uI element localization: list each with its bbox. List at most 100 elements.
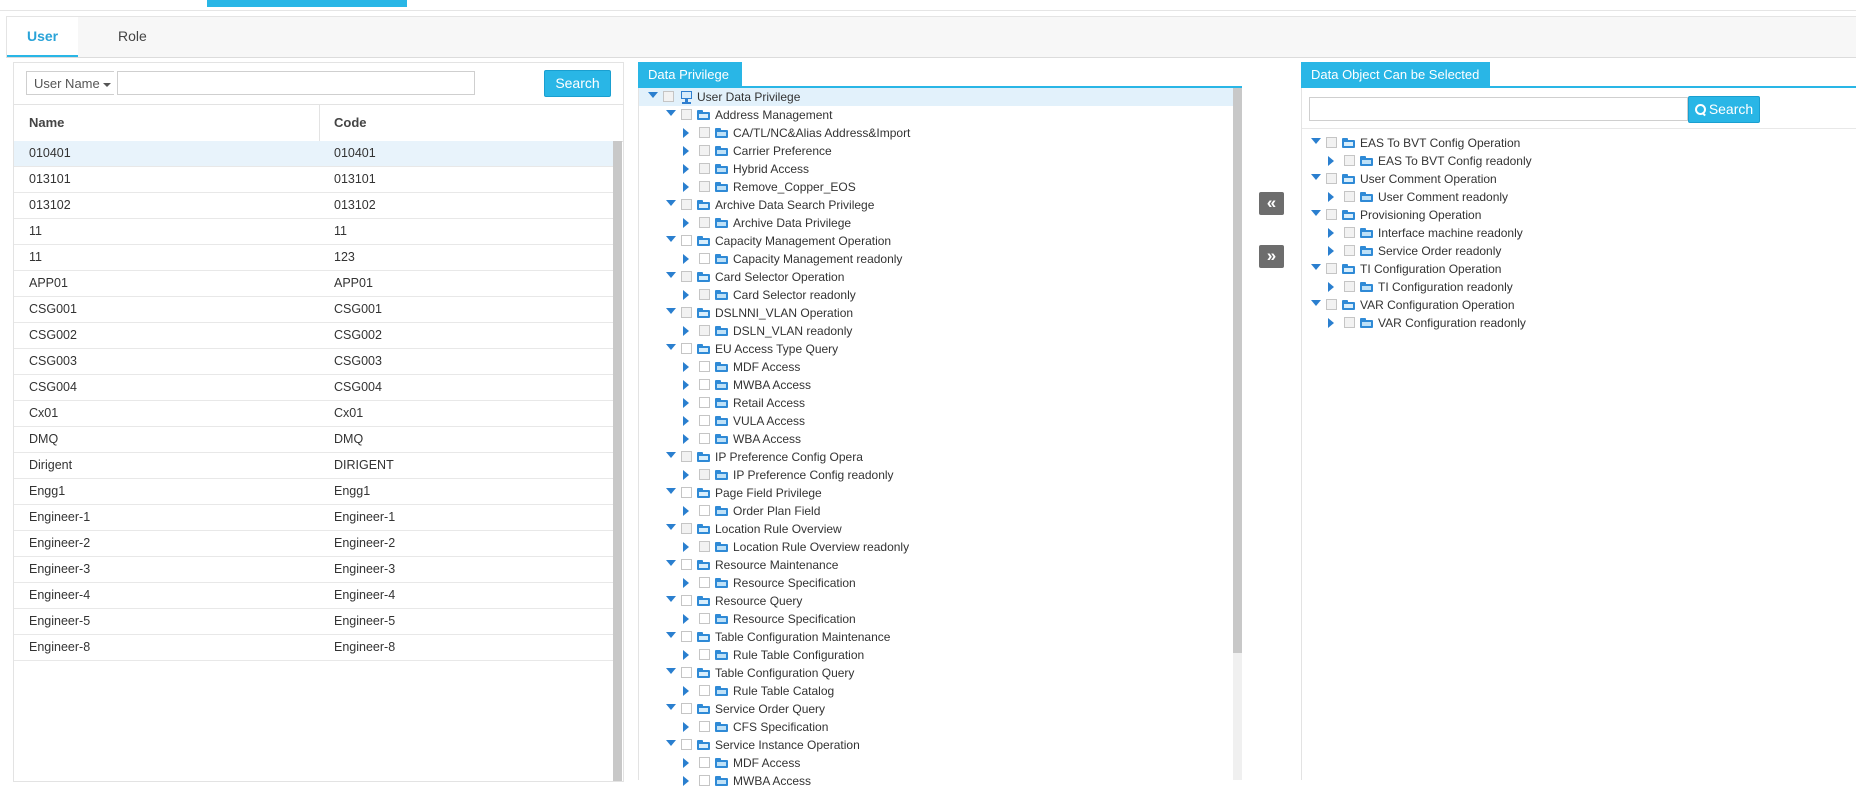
checkbox[interactable] (699, 415, 710, 426)
collapse-icon[interactable] (1311, 174, 1321, 180)
checkbox[interactable] (699, 541, 710, 552)
checkbox[interactable] (663, 91, 674, 102)
tree-group-node[interactable]: Archive Data Search Privilege (639, 196, 1237, 214)
checkbox[interactable] (699, 217, 710, 228)
collapse-icon[interactable] (666, 272, 676, 278)
column-divider[interactable] (319, 105, 320, 141)
collapse-icon[interactable] (666, 344, 676, 350)
table-row[interactable]: Engineer-3 Engineer-3 (14, 557, 614, 583)
table-row[interactable]: 11 11 (14, 219, 614, 245)
tree-leaf-node[interactable]: Carrier Preference (639, 142, 1237, 160)
checkbox[interactable] (1344, 191, 1355, 202)
privilege-tree-scrollbar[interactable] (1233, 88, 1242, 653)
tree-group-node[interactable]: Page Field Privilege (639, 484, 1237, 502)
collapse-icon[interactable] (666, 488, 676, 494)
checkbox[interactable] (681, 595, 692, 606)
tab-user[interactable]: User (7, 17, 79, 57)
collapse-icon[interactable] (666, 452, 676, 458)
tree-leaf-node[interactable]: VAR Configuration readonly (1302, 314, 1856, 332)
checkbox[interactable] (1344, 227, 1355, 238)
table-row[interactable]: Dirigent DIRIGENT (14, 453, 614, 479)
expand-icon[interactable] (683, 182, 689, 192)
tree-group-node[interactable]: Table Configuration Maintenance (639, 628, 1237, 646)
table-row[interactable]: DMQ DMQ (14, 427, 614, 453)
tree-leaf-node[interactable]: Order Plan Field (639, 502, 1237, 520)
checkbox[interactable] (681, 523, 692, 534)
checkbox[interactable] (1326, 263, 1337, 274)
table-row[interactable]: Engineer-2 Engineer-2 (14, 531, 614, 557)
checkbox[interactable] (699, 685, 710, 696)
tree-leaf-node[interactable]: Rule Table Configuration (639, 646, 1237, 664)
tree-group-node[interactable]: EU Access Type Query (639, 340, 1237, 358)
expand-icon[interactable] (683, 146, 689, 156)
tree-leaf-node[interactable]: MWBA Access (639, 772, 1237, 790)
table-row[interactable]: Engineer-4 Engineer-4 (14, 583, 614, 609)
tree-leaf-node[interactable]: Location Rule Overview readonly (639, 538, 1237, 556)
tab-role[interactable]: Role (98, 17, 167, 57)
table-row[interactable]: Engg1 Engg1 (14, 479, 614, 505)
collapse-icon[interactable] (1311, 264, 1321, 270)
expand-icon[interactable] (683, 434, 689, 444)
tree-leaf-node[interactable]: CA/TL/NC&Alias Address&Import (639, 124, 1237, 142)
table-row[interactable]: CSG002 CSG002 (14, 323, 614, 349)
checkbox[interactable] (681, 343, 692, 354)
expand-icon[interactable] (683, 416, 689, 426)
checkbox[interactable] (699, 127, 710, 138)
tree-group-node[interactable]: Service Instance Operation (639, 736, 1237, 754)
table-row[interactable]: CSG004 CSG004 (14, 375, 614, 401)
expand-icon[interactable] (683, 380, 689, 390)
checkbox[interactable] (699, 775, 710, 786)
table-row[interactable]: Engineer-5 Engineer-5 (14, 609, 614, 635)
expand-icon[interactable] (683, 398, 689, 408)
expand-icon[interactable] (683, 776, 689, 786)
checkbox[interactable] (681, 451, 692, 462)
tree-leaf-node[interactable]: TI Configuration readonly (1302, 278, 1856, 296)
expand-icon[interactable] (683, 254, 689, 264)
table-row[interactable]: 11 123 (14, 245, 614, 271)
collapse-icon[interactable] (666, 200, 676, 206)
checkbox[interactable] (681, 109, 692, 120)
tree-group-node[interactable]: Card Selector Operation (639, 268, 1237, 286)
checkbox[interactable] (699, 325, 710, 336)
expand-icon[interactable] (683, 470, 689, 480)
search-field-select[interactable]: User Name (26, 71, 114, 95)
checkbox[interactable] (1326, 299, 1337, 310)
checkbox[interactable] (699, 397, 710, 408)
expand-icon[interactable] (683, 614, 689, 624)
checkbox[interactable] (1344, 155, 1355, 166)
table-row[interactable]: Engineer-1 Engineer-1 (14, 505, 614, 531)
expand-icon[interactable] (1328, 156, 1334, 166)
checkbox[interactable] (681, 703, 692, 714)
tree-leaf-node[interactable]: VULA Access (639, 412, 1237, 430)
collapse-icon[interactable] (1311, 210, 1321, 216)
checkbox[interactable] (699, 361, 710, 372)
tree-leaf-node[interactable]: DSLN_VLAN readonly (639, 322, 1237, 340)
table-row[interactable]: 013101 013101 (14, 167, 614, 193)
expand-icon[interactable] (683, 578, 689, 588)
tree-leaf-node[interactable]: Resource Specification (639, 574, 1237, 592)
tree-group-node[interactable]: IP Preference Config Opera (639, 448, 1237, 466)
tree-leaf-node[interactable]: Service Order readonly (1302, 242, 1856, 260)
column-header-code[interactable]: Code (334, 105, 367, 141)
checkbox[interactable] (1344, 281, 1355, 292)
table-row[interactable]: APP01 APP01 (14, 271, 614, 297)
collapse-icon[interactable] (666, 740, 676, 746)
table-row[interactable]: CSG003 CSG003 (14, 349, 614, 375)
tree-leaf-node[interactable]: MDF Access (639, 358, 1237, 376)
checkbox[interactable] (681, 199, 692, 210)
user-search-button[interactable]: Search (544, 70, 611, 97)
table-row[interactable]: Cx01 Cx01 (14, 401, 614, 427)
move-right-button[interactable]: » (1259, 245, 1284, 268)
expand-icon[interactable] (683, 686, 689, 696)
expand-icon[interactable] (683, 326, 689, 336)
table-row[interactable]: 013102 013102 (14, 193, 614, 219)
tree-group-node[interactable]: Resource Maintenance (639, 556, 1237, 574)
checkbox[interactable] (699, 577, 710, 588)
checkbox[interactable] (681, 271, 692, 282)
checkbox[interactable] (681, 307, 692, 318)
tree-group-node[interactable]: Address Management (639, 106, 1237, 124)
tree-leaf-node[interactable]: Retail Access (639, 394, 1237, 412)
selectable-search-input[interactable] (1309, 97, 1688, 121)
checkbox[interactable] (699, 163, 710, 174)
table-row[interactable]: Engineer-8 Engineer-8 (14, 635, 614, 661)
